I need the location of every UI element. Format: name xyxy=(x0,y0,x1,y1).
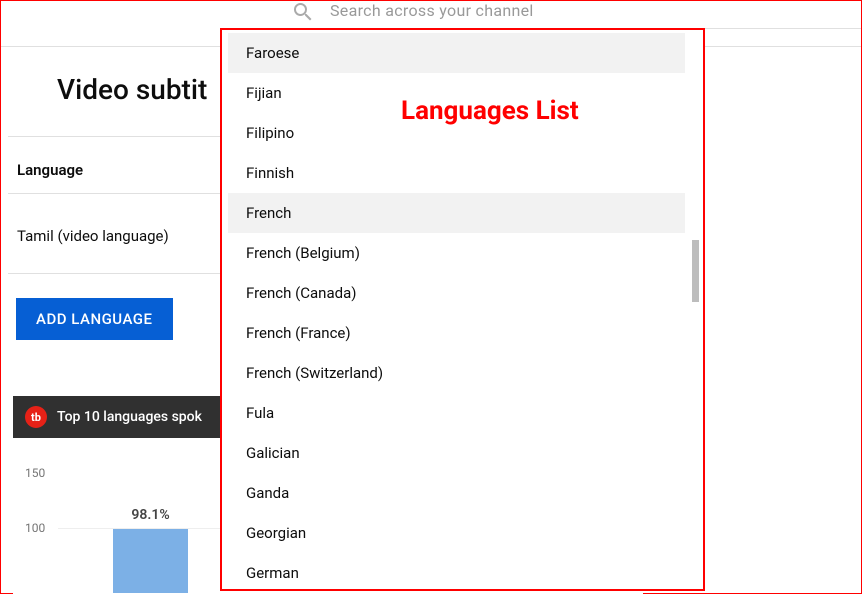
language-option[interactable]: French (Belgium) xyxy=(228,233,685,273)
language-option[interactable]: German xyxy=(228,553,685,586)
annotation-label: Languages List xyxy=(401,96,579,126)
language-option[interactable]: French xyxy=(228,193,685,233)
y-tick-label: 100 xyxy=(25,521,45,535)
bar-value-label: 98.1% xyxy=(131,507,169,523)
language-option[interactable]: Ganda xyxy=(228,473,685,513)
y-tick-label: 150 xyxy=(25,466,45,480)
scrollbar-thumb[interactable] xyxy=(692,240,699,302)
page-title: Video subtit xyxy=(57,73,207,106)
scrollbar-track[interactable] xyxy=(689,34,699,585)
language-column-header: Language xyxy=(17,161,83,179)
chart-bar: 98.1% xyxy=(113,529,188,593)
widget-title: Top 10 languages spok xyxy=(57,409,202,425)
search-placeholder: Search across your channel xyxy=(330,1,534,20)
language-option[interactable]: Faroese xyxy=(228,33,685,73)
language-option[interactable]: French (Switzerland) xyxy=(228,353,685,393)
language-row-value: Tamil (video language) xyxy=(17,227,169,245)
language-option[interactable]: Finnish xyxy=(228,153,685,193)
search-bar[interactable]: Search across your channel xyxy=(266,1,861,29)
language-option[interactable]: French (France) xyxy=(228,313,685,353)
add-language-button[interactable]: ADD LANGUAGE xyxy=(16,298,173,340)
tubebuddy-badge-icon: tb xyxy=(25,406,47,428)
language-option[interactable]: French (Canada) xyxy=(228,273,685,313)
language-option[interactable]: Fula xyxy=(228,393,685,433)
language-option[interactable]: Galician xyxy=(228,433,685,473)
language-option[interactable]: Georgian xyxy=(228,513,685,553)
search-icon xyxy=(291,1,315,24)
